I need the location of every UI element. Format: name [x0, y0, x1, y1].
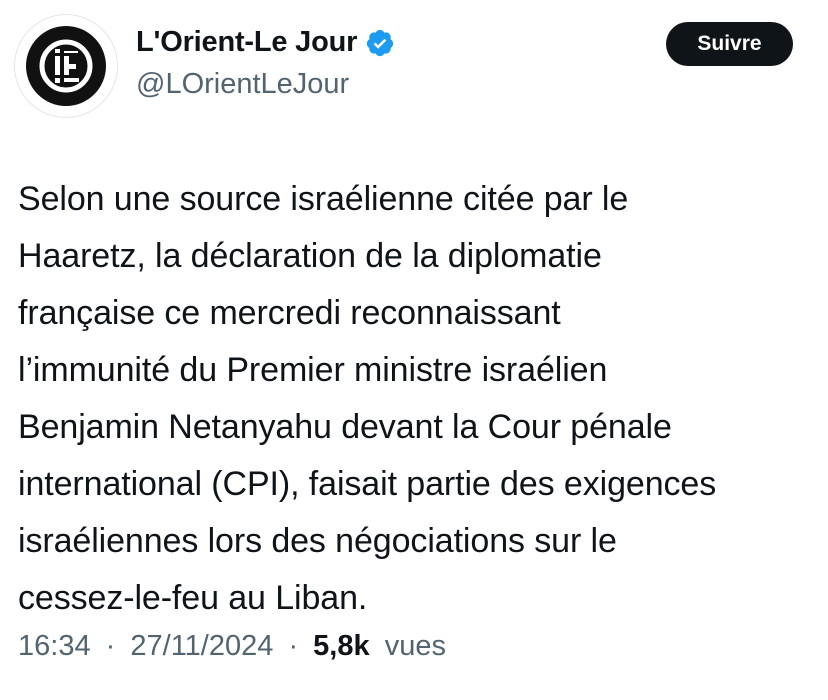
tweet-text: Selon une source israélienne citée par l… [18, 171, 818, 627]
tweet-card: L'Orient-Le Jour @LOrientLeJour Suivre S… [0, 0, 828, 700]
views-count: 5,8k [313, 630, 370, 662]
lorient-le-jour-logo-icon [26, 26, 106, 106]
tweet-text-line: Benjamin Netanyahu devant la Cour pénale [18, 408, 672, 446]
tweet-text-line: française ce mercredi reconnaissant [18, 294, 561, 332]
views-label: vues [384, 630, 446, 662]
avatar[interactable] [14, 14, 118, 118]
tweet-text-line: israéliennes lors des négociations sur l… [18, 522, 617, 560]
tweet-date[interactable]: 27/11/2024 [130, 630, 273, 662]
verified-badge-icon[interactable] [365, 28, 395, 58]
tweet-text-line: l’immunité du Premier ministre israélien [18, 351, 608, 389]
tweet-meta: 16:34 · 27/11/2024 · 5,8k vues [18, 630, 446, 663]
author-display-name[interactable]: L'Orient-Le Jour [136, 26, 357, 59]
tweet-text-line: cessez-le-feu au Liban. [18, 579, 368, 617]
tweet-text-line: Selon une source israélienne citée par l… [18, 180, 629, 218]
meta-separator: · [288, 630, 299, 662]
tweet-text-line: international (CPI), faisait partie des … [18, 465, 717, 503]
meta-separator: · [105, 630, 116, 662]
tweet-time[interactable]: 16:34 [18, 630, 91, 662]
tweet-text-line: Haaretz, la déclaration de la diplomatie [18, 237, 602, 275]
follow-button[interactable]: Suivre [666, 22, 793, 66]
author-name-row: L'Orient-Le Jour [136, 26, 395, 59]
author-handle[interactable]: @LOrientLeJour [136, 68, 349, 101]
